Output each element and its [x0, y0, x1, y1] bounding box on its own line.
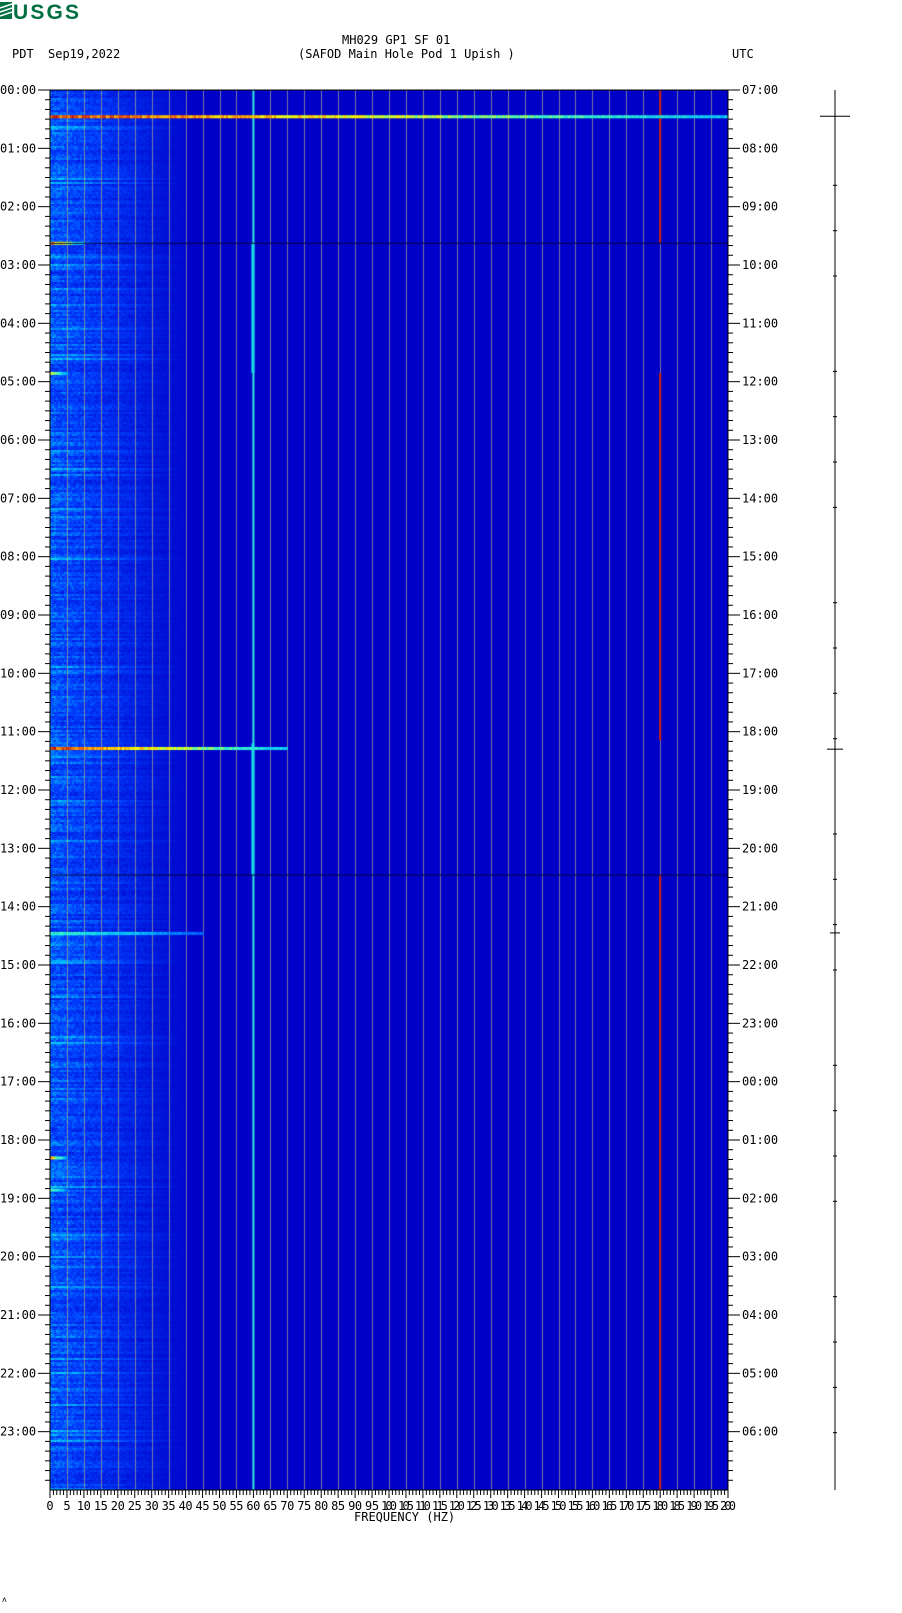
y-tick-label-left: 01:00	[0, 141, 36, 155]
x-tick-label: 135	[500, 1499, 516, 1513]
x-tick-label: 15	[94, 1499, 108, 1513]
y-tick-label-right: 11:00	[742, 316, 778, 330]
x-tick-label: 50	[213, 1499, 227, 1513]
y-tick-label-left: 05:00	[0, 375, 36, 389]
y-tick-label-right: 15:00	[742, 550, 778, 564]
x-tick-label: 5	[63, 1499, 70, 1513]
y-tick-label-left: 08:00	[0, 550, 36, 564]
y-tick-label-right: 03:00	[742, 1250, 778, 1264]
y-tick-label-right: 13:00	[742, 433, 778, 447]
x-tick-label: 20	[111, 1499, 125, 1513]
chart-axes: 00:00 07:00 01:00 08:00 02:00 09:00 03:00 10:00…	[0, 83, 850, 1513]
x-tick-label: 165	[601, 1499, 617, 1513]
y-tick-label-left: 06:00	[0, 433, 36, 447]
x-tick-label: 140	[517, 1499, 533, 1513]
x-tick-label: 200	[720, 1499, 736, 1513]
y-tick-label-right: 04:00	[742, 1308, 778, 1322]
y-tick-label-right: 19:00	[742, 783, 778, 797]
y-tick-label-right: 22:00	[742, 958, 778, 972]
y-tick-label-left: 00:00	[0, 83, 36, 97]
y-tick-label-right: 06:00	[742, 1425, 778, 1439]
y-tick-label-left: 15:00	[0, 958, 36, 972]
y-tick-label-right: 05:00	[742, 1366, 778, 1380]
x-tick-label: 95	[365, 1499, 379, 1513]
x-tick-label: 180	[652, 1499, 668, 1513]
y-tick-label-left: 16:00	[0, 1016, 36, 1030]
x-tick-label: 40	[179, 1499, 193, 1513]
x-tick-label: 10	[77, 1499, 91, 1513]
plot-frame	[49, 89, 729, 1491]
y-tick-label-left: 18:00	[0, 1133, 36, 1147]
x-tick-label: 185	[669, 1499, 685, 1513]
x-tick-label: 65	[263, 1499, 277, 1513]
x-tick-label: 150	[551, 1499, 567, 1513]
y-tick-label-left: 22:00	[0, 1366, 36, 1380]
x-tick-label: 175	[635, 1499, 651, 1513]
y-tick-label-left: 04:00	[0, 316, 36, 330]
y-tick-label-right: 08:00	[742, 141, 778, 155]
y-tick-label-left: 14:00	[0, 900, 36, 914]
y-tick-label-right: 14:00	[742, 491, 778, 505]
x-tick-label: 155	[567, 1499, 583, 1513]
x-tick-label: 120	[449, 1499, 465, 1513]
x-tick-label: 80	[314, 1499, 328, 1513]
y-tick-label-left: 13:00	[0, 841, 36, 855]
x-tick-label: 0	[46, 1499, 53, 1513]
y-tick-label-right: 09:00	[742, 200, 778, 214]
y-tick-label-left: 17:00	[0, 1075, 36, 1089]
x-tick-label: 145	[534, 1499, 550, 1513]
y-tick-label-left: 20:00	[0, 1250, 36, 1264]
x-tick-label: 170	[618, 1499, 634, 1513]
x-tick-label: 55	[229, 1499, 243, 1513]
x-tick-label: 85	[331, 1499, 345, 1513]
x-tick-label: 45	[196, 1499, 210, 1513]
y-tick-label-left: 19:00	[0, 1191, 36, 1205]
y-tick-label-left: 12:00	[0, 783, 36, 797]
x-tick-label: 125	[466, 1499, 482, 1513]
x-tick-label: 110	[415, 1499, 431, 1513]
y-tick-label-right: 02:00	[742, 1191, 778, 1205]
x-tick-label: 70	[280, 1499, 294, 1513]
y-tick-label-left: 21:00	[0, 1308, 36, 1322]
y-tick-label-left: 07:00	[0, 491, 36, 505]
x-tick-label: 90	[348, 1499, 362, 1513]
y-tick-label-right: 17:00	[742, 666, 778, 680]
y-tick-label-right: 07:00	[742, 83, 778, 97]
y-tick-label-left: 10:00	[0, 666, 36, 680]
x-tick-label: 25	[128, 1499, 142, 1513]
x-tick-label: 105	[398, 1499, 414, 1513]
y-tick-label-left: 03:00	[0, 258, 36, 272]
y-tick-label-right: 01:00	[742, 1133, 778, 1147]
y-tick-label-right: 18:00	[742, 725, 778, 739]
y-tick-label-left: 23:00	[0, 1425, 36, 1439]
x-tick-label: 160	[584, 1499, 600, 1513]
y-tick-label-right: 00:00	[742, 1075, 778, 1089]
x-tick-label: 30	[145, 1499, 159, 1513]
x-tick-label: 100	[381, 1499, 397, 1513]
y-tick-label-left: 09:00	[0, 608, 36, 622]
y-tick-label-right: 20:00	[742, 841, 778, 855]
x-tick-label: 130	[483, 1499, 499, 1513]
y-tick-label-left: 11:00	[0, 725, 36, 739]
y-tick-label-right: 12:00	[742, 375, 778, 389]
x-tick-label: 75	[297, 1499, 311, 1513]
y-tick-label-left: 02:00	[0, 200, 36, 214]
x-tick-label: 195	[703, 1499, 719, 1513]
y-tick-label-right: 21:00	[742, 900, 778, 914]
x-tick-label: 35	[162, 1499, 176, 1513]
x-tick-label: 115	[432, 1499, 448, 1513]
y-tick-label-right: 10:00	[742, 258, 778, 272]
y-tick-label-right: 23:00	[742, 1016, 778, 1030]
y-tick-label-right: 16:00	[742, 608, 778, 622]
x-tick-label: 190	[686, 1499, 702, 1513]
x-tick-label: 60	[246, 1499, 260, 1513]
